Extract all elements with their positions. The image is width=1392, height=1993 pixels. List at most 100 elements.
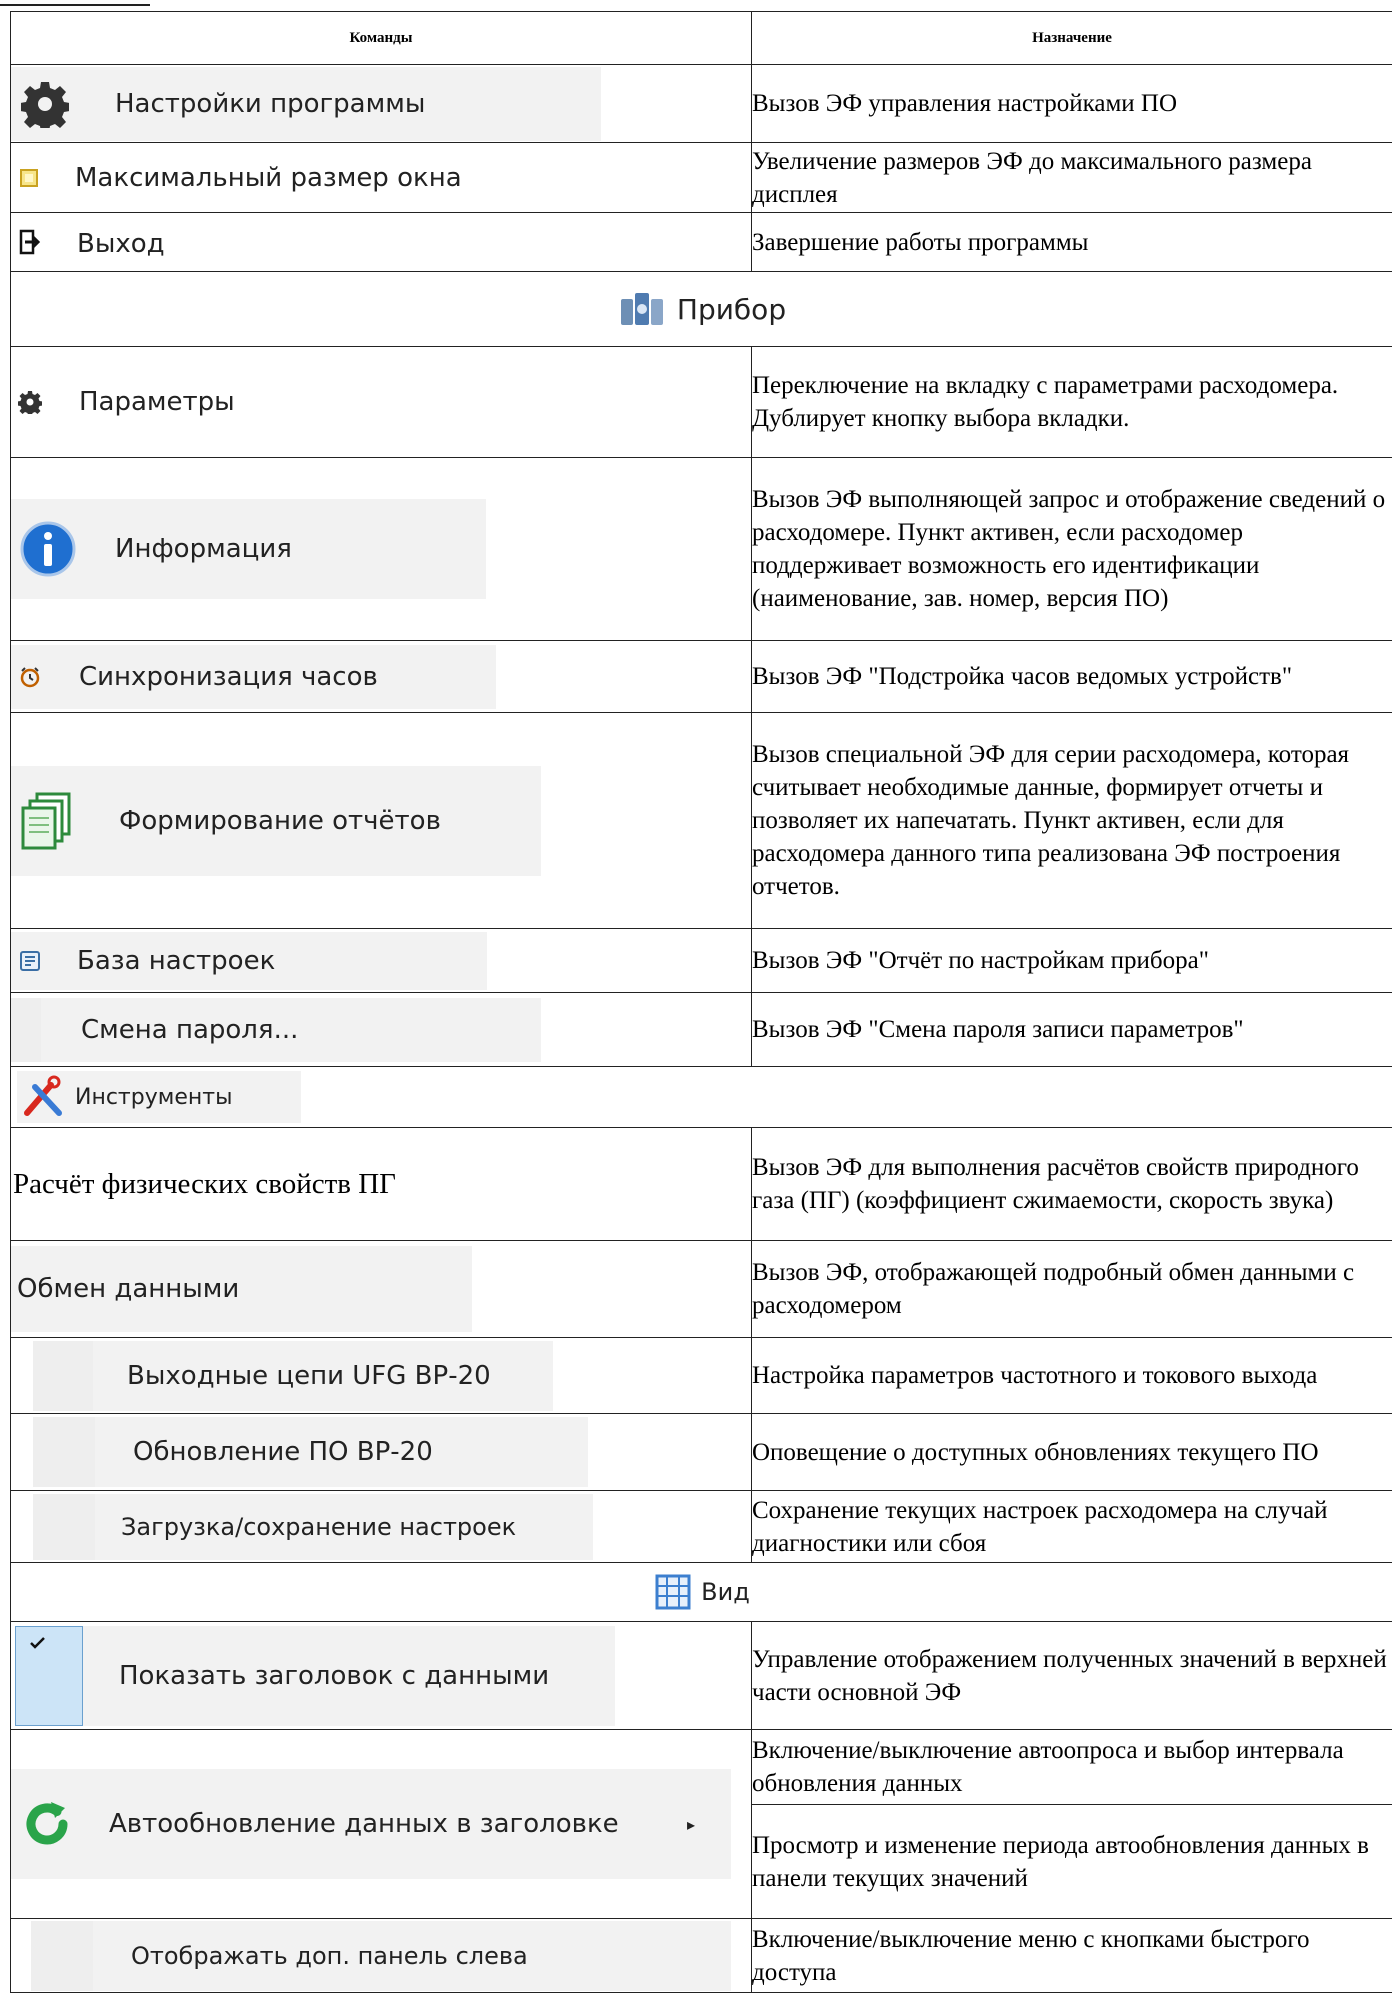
menu-item-clock-sync[interactable]: Синхронизация часов <box>79 662 378 692</box>
description-cell: Включение/выключение автоопроса и выбор … <box>752 1730 1392 1805</box>
table-row: Автообновление данных в заголовке ▸ Вклю… <box>11 1730 1392 1805</box>
menu-item-reports[interactable]: Формирование отчётов <box>119 806 441 836</box>
table-row: Обновление ПО ВР-20 Оповещение о доступн… <box>11 1414 1392 1491</box>
description-cell: Включение/выключение меню с кнопками быс… <box>752 1919 1392 1993</box>
description-cell: Сохранение текущих настроек расходомера … <box>752 1491 1392 1563</box>
section-label-device[interactable]: Прибор <box>677 293 786 326</box>
table-row: Отображать доп. панель слева Включение/в… <box>11 1919 1392 1993</box>
section-label-tools[interactable]: Инструменты <box>75 1085 232 1110</box>
description-cell: Оповещение о доступных обновлениях текущ… <box>752 1414 1392 1491</box>
command-cell: Расчёт физических свойств ПГ <box>11 1128 752 1241</box>
command-cell: Выходные цепи UFG ВР-20 <box>11 1338 752 1414</box>
menu-item-data-exchange[interactable]: Обмен данными <box>17 1274 239 1304</box>
description-cell: Вызов ЭФ выполняющей запрос и отображени… <box>752 458 1392 641</box>
icon-placeholder <box>31 1921 93 1991</box>
table-header-row: Команды Назначение <box>11 12 1392 65</box>
command-cell: Обновление ПО ВР-20 <box>11 1414 752 1491</box>
section-cell: Вид <box>11 1563 1392 1622</box>
menu-item-information[interactable]: Информация <box>115 534 292 564</box>
command-cell: Синхронизация часов <box>11 641 752 713</box>
table-row: Максимальный размер окна Увеличение разм… <box>11 143 1392 213</box>
icon-placeholder <box>33 1417 95 1487</box>
table-row: Смена пароля... Вызов ЭФ "Смена пароля з… <box>11 993 1392 1067</box>
command-cell: Формирование отчётов <box>11 713 752 929</box>
description-cell: Вызов ЭФ для выполнения расчётов свойств… <box>752 1128 1392 1241</box>
info-icon <box>15 520 81 578</box>
header-purpose: Назначение <box>752 12 1392 65</box>
icon-placeholder <box>33 1494 95 1560</box>
table-row: Расчёт физических свойств ПГ Вызов ЭФ дл… <box>11 1128 1392 1241</box>
command-cell: Отображать доп. панель слева <box>11 1919 752 1993</box>
section-row-tools: Инструменты <box>11 1067 1392 1128</box>
command-cell: Максимальный размер окна <box>11 143 752 213</box>
menu-item-side-panel[interactable]: Отображать доп. панель слева <box>131 1942 528 1970</box>
description-cell: Настройка параметров частотного и токово… <box>752 1338 1392 1414</box>
menu-item-firmware-update[interactable]: Обновление ПО ВР-20 <box>133 1437 433 1467</box>
icon-placeholder <box>33 1341 93 1411</box>
table-row: Информация Вызов ЭФ выполняющей запрос и… <box>11 458 1392 641</box>
menu-item-auto-refresh[interactable]: Автообновление данных в заголовке <box>109 1809 619 1839</box>
section-cell: Прибор <box>11 272 1392 347</box>
view-grid-icon <box>653 1572 693 1612</box>
device-icon <box>617 289 669 329</box>
command-cell: Настройки программы <box>11 65 752 143</box>
command-cell: Обмен данными <box>11 1241 752 1338</box>
table-row: Настройки программы Вызов ЭФ управления … <box>11 65 1392 143</box>
command-cell: Автообновление данных в заголовке ▸ <box>11 1730 752 1919</box>
command-cell: Параметры <box>11 347 752 458</box>
submenu-arrow-icon[interactable]: ▸ <box>687 1815 695 1834</box>
section-cell: Инструменты <box>11 1067 1392 1128</box>
section-row-view: Вид <box>11 1563 1392 1622</box>
icon-placeholder <box>11 998 41 1062</box>
refresh-icon <box>11 1798 83 1850</box>
description-cell: Управление отображением полученных значе… <box>752 1622 1392 1730</box>
description-cell: Увеличение размеров ЭФ до максимального … <box>752 143 1392 213</box>
description-cell: Вызов ЭФ "Отчёт по настройкам прибора" <box>752 929 1392 993</box>
menu-item-gas-properties[interactable]: Расчёт физических свойств ПГ <box>11 1168 396 1200</box>
table-row: Выход Завершение работы программы <box>11 213 1392 272</box>
table-row: Синхронизация часов Вызов ЭФ "Подстройка… <box>11 641 1392 713</box>
cropped-heading-fragment <box>0 0 200 10</box>
table-row: Выходные цепи UFG ВР-20 Настройка параме… <box>11 1338 1392 1414</box>
menu-item-load-save-settings[interactable]: Загрузка/сохранение настроек <box>121 1513 516 1541</box>
table-row: Параметры Переключение на вкладку с пара… <box>11 347 1392 458</box>
menu-item-settings[interactable]: Настройки программы <box>115 89 425 119</box>
exit-icon <box>15 229 45 255</box>
table-row: Формирование отчётов Вызов специальной Э… <box>11 713 1392 929</box>
menu-item-show-header[interactable]: Показать заголовок с данными <box>119 1661 549 1691</box>
table-row: Загрузка/сохранение настроек Сохранение … <box>11 1491 1392 1563</box>
menu-item-change-password[interactable]: Смена пароля... <box>81 1015 298 1045</box>
gear-small-icon <box>15 390 45 414</box>
settings-db-icon <box>15 950 45 972</box>
menu-item-exit[interactable]: Выход <box>77 229 165 259</box>
section-row-device: Прибор <box>11 272 1392 347</box>
menu-item-settings-db[interactable]: База настроек <box>77 946 275 976</box>
menu-item-parameters[interactable]: Параметры <box>79 387 235 417</box>
menu-item-maximize[interactable]: Максимальный размер окна <box>75 163 462 193</box>
tools-icon <box>21 1075 65 1119</box>
checkmark-icon[interactable] <box>15 1626 83 1726</box>
table-row: Обмен данными Вызов ЭФ, отображающей под… <box>11 1241 1392 1338</box>
command-cell: Смена пароля... <box>11 993 752 1067</box>
description-cell: Вызов ЭФ "Смена пароля записи параметров… <box>752 993 1392 1067</box>
command-cell: Показать заголовок с данными <box>11 1622 752 1730</box>
reports-icon <box>15 792 79 850</box>
table-row: База настроек Вызов ЭФ "Отчёт по настрой… <box>11 929 1392 993</box>
section-label-view[interactable]: Вид <box>701 1578 750 1606</box>
command-cell: Выход <box>11 213 752 272</box>
description-cell: Вызов ЭФ управления настройками ПО <box>752 65 1392 143</box>
description-cell: Переключение на вкладку с параметрами ра… <box>752 347 1392 458</box>
command-cell: Информация <box>11 458 752 641</box>
command-cell: База настроек <box>11 929 752 993</box>
gear-icon <box>17 80 73 128</box>
description-cell: Вызов ЭФ "Подстройка часов ведомых устро… <box>752 641 1392 713</box>
commands-table: Команды Назначение Настройки программы В… <box>10 11 1392 1993</box>
description-cell: Просмотр и изменение периода автообновле… <box>752 1805 1392 1919</box>
clock-sync-icon <box>15 665 45 689</box>
description-cell: Завершение работы программы <box>752 213 1392 272</box>
command-cell: Загрузка/сохранение настроек <box>11 1491 752 1563</box>
description-cell: Вызов ЭФ, отображающей подробный обмен д… <box>752 1241 1392 1338</box>
maximize-icon <box>15 168 43 188</box>
menu-item-output-circuits[interactable]: Выходные цепи UFG ВР-20 <box>127 1361 491 1391</box>
table-row: Показать заголовок с данными Управление … <box>11 1622 1392 1730</box>
